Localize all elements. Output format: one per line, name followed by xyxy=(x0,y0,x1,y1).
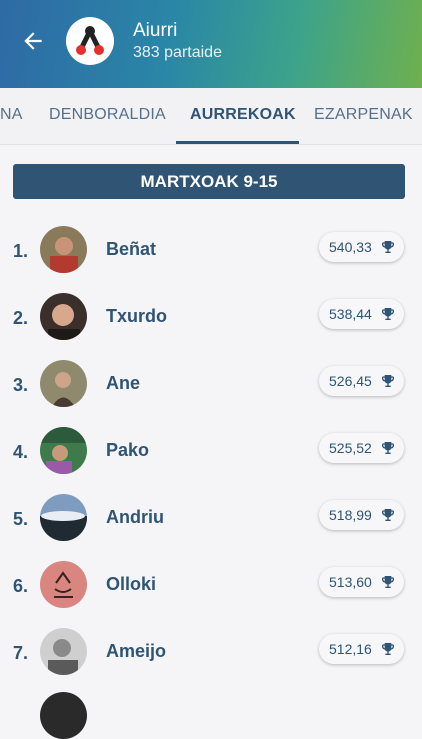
avatar-photo-icon xyxy=(40,226,87,273)
player-name: Ameijo xyxy=(106,641,167,661)
trophy-icon xyxy=(382,509,394,521)
ranking-row[interactable]: 5. Andriu 518,99 xyxy=(0,489,422,549)
score-badge: 525,52 xyxy=(319,433,404,463)
score-badge: 526,45 xyxy=(319,366,404,396)
back-arrow-icon[interactable] xyxy=(20,28,46,54)
rank-number: 2. xyxy=(13,308,29,328)
score-badge: 512,16 xyxy=(319,634,404,664)
tab-ezarpenak[interactable]: EZARPENAK xyxy=(314,106,413,124)
avatar-photo-icon xyxy=(40,494,87,541)
trophy-icon xyxy=(382,576,394,588)
player-name: Txurdo xyxy=(106,306,167,326)
avatar-photo-icon xyxy=(40,293,87,340)
avatar-sketch-icon xyxy=(40,561,87,608)
ranking-row[interactable]: 4. Pako 525,52 xyxy=(0,422,422,482)
player-name: Beñat xyxy=(106,239,157,259)
ranking-row[interactable]: 1. Beñat 540,33 xyxy=(0,221,422,281)
active-tab-indicator xyxy=(176,141,299,144)
trophy-icon xyxy=(382,308,394,320)
score-badge: 538,44 xyxy=(319,299,404,329)
participant-count: 383 partaide xyxy=(133,44,222,61)
score-value: 538,44 xyxy=(329,306,372,322)
avatar-photo-icon xyxy=(40,692,87,739)
rank-number: 4. xyxy=(13,442,29,462)
score-value: 525,52 xyxy=(329,440,372,456)
score-value: 518,99 xyxy=(329,507,372,523)
group-title: Aiurri xyxy=(133,20,178,41)
ranking-row[interactable]: 7. Ameijo 512,16 xyxy=(0,623,422,683)
player-name: Pako xyxy=(106,440,150,460)
ranking-row[interactable]: 3. Ane 526,45 xyxy=(0,355,422,415)
ranking-row[interactable]: 2. Txurdo 538,44 xyxy=(0,288,422,348)
app-header: Aiurri 383 partaide xyxy=(0,0,422,88)
tab-aurrekoak[interactable]: AURREKOAK xyxy=(190,106,296,124)
ranking-row[interactable]: 6. Olloki 513,60 xyxy=(0,556,422,616)
trophy-icon xyxy=(382,643,394,655)
avatar-photo-icon xyxy=(40,427,87,474)
week-header[interactable]: MARTXOAK 9-15 xyxy=(13,164,405,199)
score-value: 540,33 xyxy=(329,239,372,255)
rank-number: 1. xyxy=(13,241,29,261)
score-value: 526,45 xyxy=(329,373,372,389)
score-value: 513,60 xyxy=(329,574,372,590)
trophy-icon xyxy=(382,241,394,253)
tab-partial[interactable]: NA xyxy=(0,106,23,124)
avatar-photo-icon xyxy=(40,360,87,407)
score-value: 512,16 xyxy=(329,641,372,657)
trophy-icon xyxy=(382,375,394,387)
rank-number: 3. xyxy=(13,375,29,395)
player-name: Ane xyxy=(106,373,141,393)
tab-bar: NA DENBORALDIA AURREKOAK EZARPENAK xyxy=(0,88,422,145)
score-badge: 513,60 xyxy=(319,567,404,597)
player-name: Andriu xyxy=(106,507,164,527)
group-logo[interactable] xyxy=(66,17,114,65)
score-badge: 540,33 xyxy=(319,232,404,262)
network-logo-icon xyxy=(76,26,104,55)
score-badge: 518,99 xyxy=(319,500,404,530)
rank-number: 6. xyxy=(13,576,29,596)
trophy-icon xyxy=(382,442,394,454)
avatar-photo-icon xyxy=(40,628,87,675)
player-name: Olloki xyxy=(106,574,157,594)
rank-number: 5. xyxy=(13,509,29,529)
rank-number: 7. xyxy=(13,643,29,663)
tab-denboraldia[interactable]: DENBORALDIA xyxy=(49,106,166,124)
